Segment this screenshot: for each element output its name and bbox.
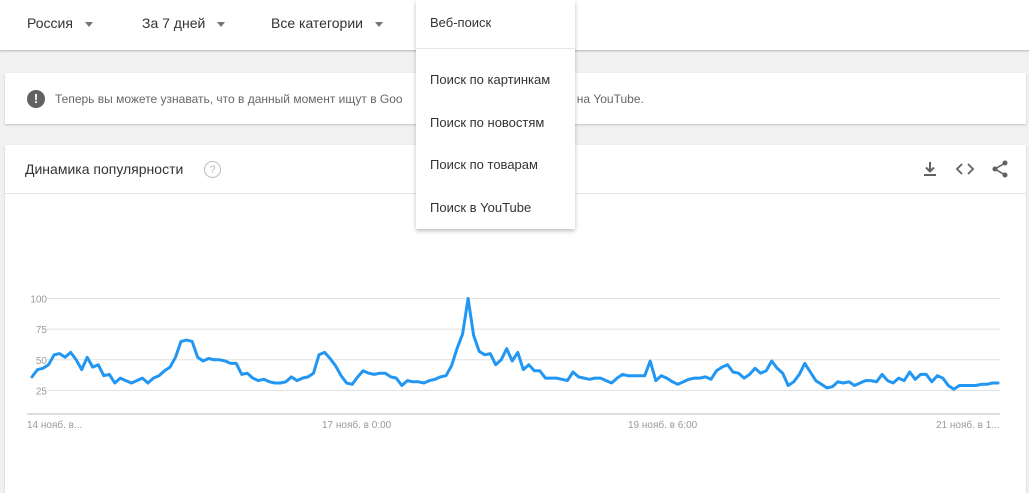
- category-dropdown[interactable]: Все категории: [271, 0, 383, 46]
- embed-icon[interactable]: [955, 159, 975, 179]
- notice-text-start: Теперь вы можете узнавать, что в данный …: [55, 91, 403, 106]
- x-tick-label: 19 нояб. в 6:00: [628, 419, 698, 431]
- menu-item-shopping[interactable]: Поиск по товарам: [430, 157, 538, 172]
- menu-item-youtube[interactable]: Поиск в YouTube: [430, 200, 531, 215]
- period-dropdown[interactable]: За 7 дней: [142, 0, 226, 46]
- category-dropdown-label: Все категории: [271, 15, 363, 31]
- y-tick-label: 100: [30, 295, 47, 306]
- trend-line-series: [30, 297, 1000, 391]
- search-type-selected[interactable]: Веб-поиск: [430, 15, 491, 30]
- caret-down-icon: [84, 21, 93, 27]
- x-tick-label: 21 нояб. в 1...: [936, 419, 1000, 431]
- menu-item-images[interactable]: Поиск по картинкам: [430, 72, 550, 87]
- period-dropdown-label: За 7 дней: [142, 15, 206, 31]
- caret-down-icon: [217, 21, 226, 27]
- caret-down-icon: [374, 21, 383, 27]
- download-icon[interactable]: [920, 159, 940, 179]
- x-tick-label: 17 нояб. в 0:00: [322, 419, 392, 431]
- menu-divider: [416, 48, 575, 49]
- question-icon[interactable]: ?: [204, 161, 221, 178]
- search-type-menu: Веб-поиск Поиск по картинкам Поиск по но…: [416, 0, 575, 229]
- card-title: Динамика популярности: [25, 161, 184, 177]
- region-dropdown-label: Россия: [27, 15, 73, 31]
- y-tick-label: 75: [36, 325, 48, 336]
- x-tick-label: 14 нояб. в...: [27, 419, 82, 431]
- info-icon: !: [27, 89, 45, 108]
- share-icon[interactable]: [990, 159, 1010, 179]
- region-dropdown[interactable]: Россия: [27, 0, 93, 46]
- y-tick-label: 25: [36, 386, 48, 397]
- trend-chart: 255075100 14 нояб. в... 17 нояб. в 0:00 19…: [27, 295, 1000, 431]
- menu-item-news[interactable]: Поиск по новостям: [430, 115, 544, 130]
